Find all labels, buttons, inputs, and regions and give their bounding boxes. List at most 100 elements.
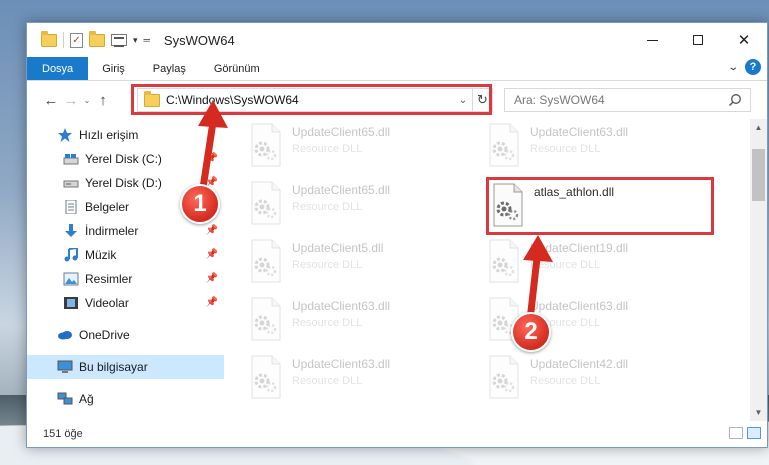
tab-share[interactable]: Paylaş (139, 57, 200, 80)
maximize-icon (693, 35, 703, 45)
dll-file-icon (248, 123, 284, 167)
refresh-icon[interactable]: ↻ (472, 89, 492, 111)
ribbon-right-controls: ⌄ ? (727, 59, 761, 75)
file-name: UpdateClient5.dll (292, 241, 384, 255)
view-options-icon[interactable] (111, 34, 127, 47)
file-name: atlas_athlon.dll (534, 185, 615, 199)
pin-icon[interactable]: 📌 (206, 273, 218, 284)
file-text: UpdateClient5.dll Resource DLL (292, 239, 383, 271)
file-tile[interactable]: UpdateClient63.dll Resource DLL (486, 123, 724, 181)
file-tile-atlas-athlon[interactable]: atlas_athlon.dll (490, 183, 728, 241)
file-tile[interactable]: UpdateClient42.dll Resource DLL (486, 355, 724, 413)
tab-home[interactable]: Giriş (88, 57, 139, 80)
search-icon[interactable] (728, 93, 742, 107)
explorer-window: ✓ ▾ ═ SysWOW64 ✕ Dosya Giriş Paylaş Görü… (26, 22, 768, 448)
drive-icon (63, 152, 79, 166)
nav-item-music[interactable]: Müzik 📌 (27, 243, 224, 267)
nav-item-onedrive[interactable]: OneDrive (27, 323, 224, 347)
computer-icon (57, 360, 73, 374)
file-tile[interactable]: UpdateClient65.dll Resource DLL (248, 123, 486, 181)
callout-badge-1: 1 (180, 184, 220, 224)
ribbon-tabs: Dosya Giriş Paylaş Görünüm ⌄ ? (27, 57, 767, 81)
tab-file[interactable]: Dosya (27, 57, 89, 80)
nav-item-network[interactable]: Ağ (27, 387, 224, 411)
pin-icon[interactable]: 📌 (206, 297, 218, 308)
dll-file-icon (486, 239, 522, 283)
maximize-button[interactable] (675, 23, 721, 57)
dll-file-icon (486, 355, 522, 399)
callout-badge-2: 2 (511, 312, 551, 352)
folder-icon (41, 30, 57, 47)
nav-item-label: Resimler (85, 272, 133, 286)
quick-access-toolbar: ✓ ▾ ═ (41, 30, 150, 48)
close-button[interactable]: ✕ (721, 23, 767, 57)
nav-item-label: Müzik (85, 248, 117, 262)
nav-item-pictures[interactable]: Resimler 📌 (27, 267, 224, 291)
search-input[interactable]: Ara: SysWOW64 (514, 93, 605, 107)
file-tile[interactable]: UpdateClient5.dll Resource DLL (248, 239, 486, 297)
nav-item-label: İndirmeler (85, 224, 139, 238)
minimize-icon (646, 39, 658, 41)
vertical-scrollbar[interactable]: ▲ ▼ (750, 119, 767, 421)
view-toggle (729, 427, 761, 439)
minimize-button[interactable] (629, 23, 675, 57)
file-name: UpdateClient42.dll (530, 357, 629, 371)
pin-icon[interactable]: 📌 (206, 153, 218, 164)
file-tile[interactable]: UpdateClient65.dll Resource DLL (248, 181, 486, 239)
file-type: Resource DLL (292, 201, 363, 213)
customize-toolbar-icon[interactable]: ═ (144, 35, 150, 45)
file-text: UpdateClient65.dll Resource DLL (292, 181, 390, 213)
dll-file-icon (248, 355, 284, 399)
pin-icon[interactable]: 📌 (206, 249, 218, 260)
close-icon: ✕ (737, 32, 751, 49)
file-type: Resource DLL (530, 259, 601, 271)
address-path[interactable]: C:\Windows\SysWOW64 (166, 93, 454, 107)
up-arrow-icon[interactable]: ↑ (93, 92, 113, 109)
back-arrow-icon[interactable]: ← (41, 92, 61, 109)
dll-file-icon (248, 239, 284, 283)
file-text: UpdateClient65.dll Resource DLL (292, 123, 390, 155)
file-type: Resource DLL (292, 143, 363, 155)
scrollbar-thumb[interactable] (752, 149, 765, 201)
expand-ribbon-icon[interactable]: ⌄ (727, 62, 739, 73)
address-dropdown-icon[interactable]: ⌄ (454, 95, 472, 106)
tab-view[interactable]: Görünüm (200, 57, 274, 80)
scroll-up-icon[interactable]: ▲ (750, 119, 767, 136)
file-type: Resource DLL (292, 317, 363, 329)
address-bar[interactable]: C:\Windows\SysWOW64 ⌄ ↻ (137, 88, 493, 112)
address-row: ← → ⌄ ↑ C:\Windows\SysWOW64 ⌄ ↻ Ara: Sys… (27, 81, 767, 119)
nav-item-label: Ağ (79, 392, 94, 406)
search-box[interactable]: Ara: SysWOW64 (504, 88, 751, 112)
file-tile[interactable]: UpdateClient19.dll Resource DLL (486, 239, 724, 297)
scroll-down-icon[interactable]: ▼ (750, 404, 767, 421)
file-tile[interactable]: UpdateClient63.dll Resource DLL (248, 355, 486, 413)
details-view-icon[interactable] (729, 427, 743, 439)
forward-arrow-icon[interactable]: → (61, 92, 81, 109)
videos-icon (63, 296, 79, 310)
file-tile[interactable]: UpdateClient63.dll Resource DLL (248, 297, 486, 355)
star-icon (57, 128, 73, 142)
file-text: UpdateClient63.dll Resource DLL (530, 123, 628, 155)
chevron-down-icon[interactable]: ▾ (133, 35, 138, 46)
main-area: Hızlı erişim Yerel Disk (C:) 📌 Yerel Dis… (27, 119, 769, 419)
properties-check-icon[interactable]: ✓ (70, 32, 83, 48)
nav-item-local-disk-c[interactable]: Yerel Disk (C:) 📌 (27, 147, 224, 171)
nav-item-label: Yerel Disk (C:) (85, 152, 162, 166)
recent-locations-icon[interactable]: ⌄ (81, 96, 93, 105)
nav-item-this-pc[interactable]: Bu bilgisayar (27, 355, 224, 379)
tiles-view-icon[interactable] (747, 427, 761, 439)
documents-icon (63, 199, 79, 215)
status-bar: 151 öğe (27, 421, 767, 447)
nav-item-videos[interactable]: Videolar 📌 (27, 291, 224, 315)
new-folder-icon[interactable] (89, 30, 105, 47)
navigation-pane: Hızlı erişim Yerel Disk (C:) 📌 Yerel Dis… (27, 119, 224, 419)
file-name: UpdateClient63.dll (292, 357, 391, 371)
help-icon[interactable]: ? (745, 59, 761, 75)
nav-item-quick-access[interactable]: Hızlı erişim (27, 123, 224, 147)
file-type: Resource DLL (530, 143, 601, 155)
dll-file-icon (248, 297, 284, 341)
window-title: SysWOW64 (163, 32, 235, 48)
pin-icon[interactable]: 📌 (206, 225, 218, 236)
folder-icon (144, 90, 160, 107)
